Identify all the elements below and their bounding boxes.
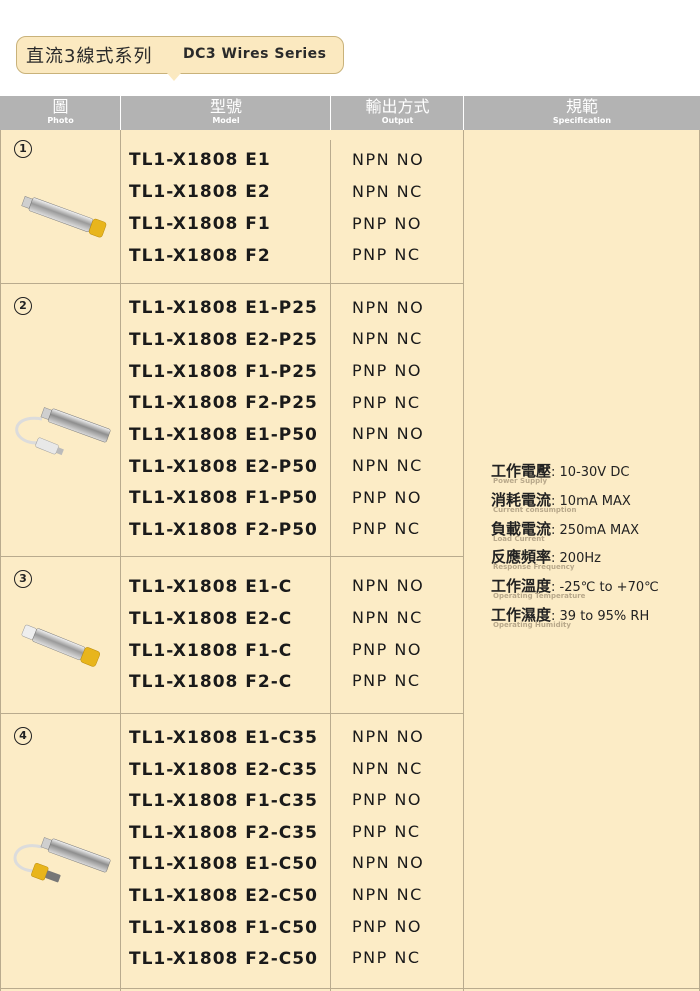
column-divider (120, 130, 121, 991)
output-type: NPN NO (352, 853, 425, 872)
model-code: TL1-X1808 F2-P50 (129, 520, 318, 540)
header-spec: 規範 Specification (464, 96, 700, 130)
group-number-badge: 3 (14, 570, 32, 588)
model-code: TL1-X1808 F1 (129, 214, 271, 234)
output-type: NPN NO (352, 424, 425, 443)
model-code: TL1-X1808 F2-C35 (129, 823, 318, 843)
model-code: TL1-X1808 F2-C50 (129, 949, 318, 969)
model-code: TL1-X1808 F2-P25 (129, 393, 318, 413)
model-code: TL1-X1808 E1-P50 (129, 425, 318, 445)
title-pointer-notch (167, 73, 181, 81)
model-code: TL1-X1808 E1 (129, 150, 271, 170)
group-separator (0, 556, 464, 557)
group-number-badge: 2 (14, 297, 32, 315)
header-model-cn: 型號 (209, 97, 242, 116)
header-model-en: Model (212, 116, 240, 125)
spec-value: 39 to 95% RH (559, 609, 650, 624)
header-model: 型號 Model (121, 96, 331, 130)
header-divider (120, 96, 121, 130)
model-code: TL1-X1808 E2-C35 (129, 760, 318, 780)
spec-sub-label: Operating Temperature (493, 592, 586, 600)
header-photo: 圖 Photo (0, 96, 121, 130)
table-left-border (0, 130, 1, 991)
spec-response-frequency: 反應頻率: 200Hz Response Frequency (491, 548, 601, 571)
spec-current-consumption: 消耗電流: 10mA MAX Current consumption (491, 491, 631, 514)
output-type: NPN NC (352, 329, 423, 348)
spec-power-supply: 工作電壓: 10-30V DC Power Supply (491, 462, 630, 485)
model-code: TL1-X1808 F2-C (129, 672, 293, 692)
sensor-photo-connector (21, 624, 101, 667)
output-type: PNP NC (352, 948, 421, 967)
model-code: TL1-X1808 F1-C35 (129, 791, 318, 811)
header-photo-en: Photo (47, 116, 74, 125)
spec-sub-label: Current consumption (493, 506, 577, 514)
output-type: PNP NO (352, 917, 422, 936)
output-type: NPN NO (352, 298, 425, 317)
spec-sub-label: Power Supply (493, 477, 548, 485)
output-type: NPN NC (352, 608, 423, 627)
series-title-chinese: 直流3線式系列 (26, 46, 153, 67)
header-divider (330, 96, 331, 130)
model-code: TL1-X1808 E2-C50 (129, 886, 318, 906)
header-divider (463, 96, 464, 130)
spec-load-current: 負載電流: 250mA MAX Load Current (491, 520, 640, 543)
group-number-badge: 4 (14, 727, 32, 745)
header-output: 輸出方式 Output (331, 96, 464, 130)
spec-operating-humidity: 工作濕度: 39 to 95% RH Operating Humidity (491, 606, 650, 629)
group-separator (0, 713, 464, 714)
output-type: PNP NO (352, 488, 422, 507)
output-type: NPN NC (352, 759, 423, 778)
model-code: TL1-X1808 E1-C (129, 577, 293, 597)
output-type: PNP NO (352, 640, 422, 659)
model-code: TL1-X1808 F1-P25 (129, 362, 318, 382)
model-code: TL1-X1808 E1-P25 (129, 298, 318, 318)
output-type: NPN NC (352, 456, 423, 475)
table-bottom-border (0, 988, 700, 989)
spec-operating-temperature: 工作溫度: -25℃ to +70℃ Operating Temperature (491, 577, 659, 600)
output-type: PNP NC (352, 822, 421, 841)
output-type: PNP NC (352, 671, 421, 690)
header-output-cn: 輸出方式 (365, 97, 430, 116)
output-type: PNP NO (352, 361, 422, 380)
output-type: PNP NC (352, 393, 421, 412)
model-code: TL1-X1808 E2-P25 (129, 330, 318, 350)
sensor-photo-cable-plug (13, 837, 111, 883)
model-code: TL1-X1808 F1-C (129, 641, 293, 661)
output-type: PNP NC (352, 519, 421, 538)
header-output-en: Output (381, 116, 414, 125)
output-type: NPN NO (352, 727, 425, 746)
model-code: TL1-X1808 E2-C (129, 609, 293, 629)
spec-sub-label: Response Frequency (493, 563, 575, 571)
spec-value: 250mA MAX (559, 523, 640, 538)
spec-sub-label: Operating Humidity (493, 621, 571, 629)
output-type: PNP NC (352, 245, 421, 264)
model-code: TL1-X1808 E2-P50 (129, 457, 318, 477)
model-code: TL1-X1808 E2 (129, 182, 271, 202)
table-header: 圖 Photo 型號 Model 輸出方式 Output 規範 Specific… (0, 96, 700, 130)
header-spec-cn: 規範 (565, 97, 598, 116)
model-code: TL1-X1808 F1-C50 (129, 918, 318, 938)
header-spec-en: Specification (552, 116, 612, 125)
header-photo-cn: 圖 (52, 97, 69, 116)
output-type: NPN NO (352, 576, 425, 595)
sensor-photo-pigtail-connector (15, 407, 111, 456)
series-title-box: 直流3線式系列 DC3 Wires Series (16, 36, 344, 81)
model-code: TL1-X1808 F2 (129, 246, 271, 266)
sensor-photo-bare (21, 196, 107, 238)
output-type: PNP NO (352, 214, 422, 233)
output-type: NPN NC (352, 885, 423, 904)
column-divider (330, 140, 331, 991)
model-code: TL1-X1808 E1-C35 (129, 728, 318, 748)
output-type: NPN NO (352, 150, 425, 169)
group-number-badge: 1 (14, 140, 32, 158)
output-type: PNP NO (352, 790, 422, 809)
model-code: TL1-X1808 F1-P50 (129, 488, 318, 508)
column-divider (463, 130, 464, 991)
spec-sub-label: Load Current (493, 535, 545, 543)
model-code: TL1-X1808 E1-C50 (129, 854, 318, 874)
series-title-english: DC3 Wires Series (183, 46, 327, 62)
spec-value: 10-30V DC (559, 465, 630, 480)
group-separator (0, 283, 464, 284)
output-type: NPN NC (352, 182, 423, 201)
